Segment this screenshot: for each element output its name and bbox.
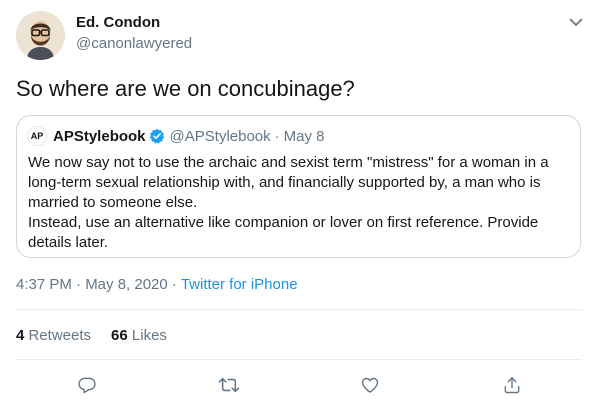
retweets-label: Retweets: [24, 327, 92, 344]
quoted-tweet-text: We now say not to use the archaic and se…: [28, 153, 573, 253]
quoted-date: May 8: [283, 127, 325, 145]
quoted-paragraph-2: Instead, use an alternative like compani…: [28, 214, 539, 251]
engagement-stats: 4 Retweets 66 Likes: [16, 327, 167, 344]
ap-logo: AP: [27, 126, 47, 146]
tweet-text: So where are we on concubinage?: [16, 76, 355, 101]
retweet-icon: [218, 377, 240, 393]
verified-icon: [149, 128, 165, 144]
action-bar: [0, 372, 598, 398]
more-options-button[interactable]: [566, 12, 586, 32]
tweet-source-link[interactable]: Twitter for iPhone: [181, 276, 298, 293]
tweet: Ed. Condon @canonlawyered So where are w…: [0, 0, 598, 408]
likes-stat[interactable]: 66 Likes: [111, 327, 167, 344]
avatar[interactable]: [16, 11, 65, 60]
share-button[interactable]: [499, 372, 525, 398]
avatar-image: [16, 11, 65, 60]
quoted-author-name: APStylebook: [53, 127, 146, 145]
quoted-separator: ·: [274, 127, 280, 145]
reply-button[interactable]: [74, 372, 100, 398]
quoted-paragraph-1: We now say not to use the archaic and se…: [28, 154, 549, 211]
tweet-meta: 4:37 PM · May 8, 2020 · Twitter for iPho…: [16, 276, 298, 293]
chevron-down-icon: [569, 18, 583, 26]
author-handle[interactable]: @canonlawyered: [76, 35, 192, 52]
likes-count: 66: [111, 327, 128, 344]
likes-label: Likes: [127, 327, 167, 344]
share-icon: [504, 377, 520, 394]
like-icon: [361, 377, 379, 393]
author-name[interactable]: Ed. Condon: [76, 14, 160, 31]
quoted-author-handle: @APStylebook: [169, 127, 271, 145]
retweet-button[interactable]: [216, 372, 242, 398]
quoted-tweet-header: AP APStylebook @APStylebook · May 8: [27, 126, 325, 146]
divider: [16, 359, 582, 360]
tweet-timestamp[interactable]: 4:37 PM · May 8, 2020 ·: [16, 276, 181, 293]
quoted-tweet[interactable]: AP APStylebook @APStylebook · May 8 We n…: [16, 115, 581, 258]
retweets-stat[interactable]: 4 Retweets: [16, 327, 91, 344]
reply-icon: [78, 377, 96, 394]
like-button[interactable]: [357, 372, 383, 398]
divider: [16, 309, 582, 310]
